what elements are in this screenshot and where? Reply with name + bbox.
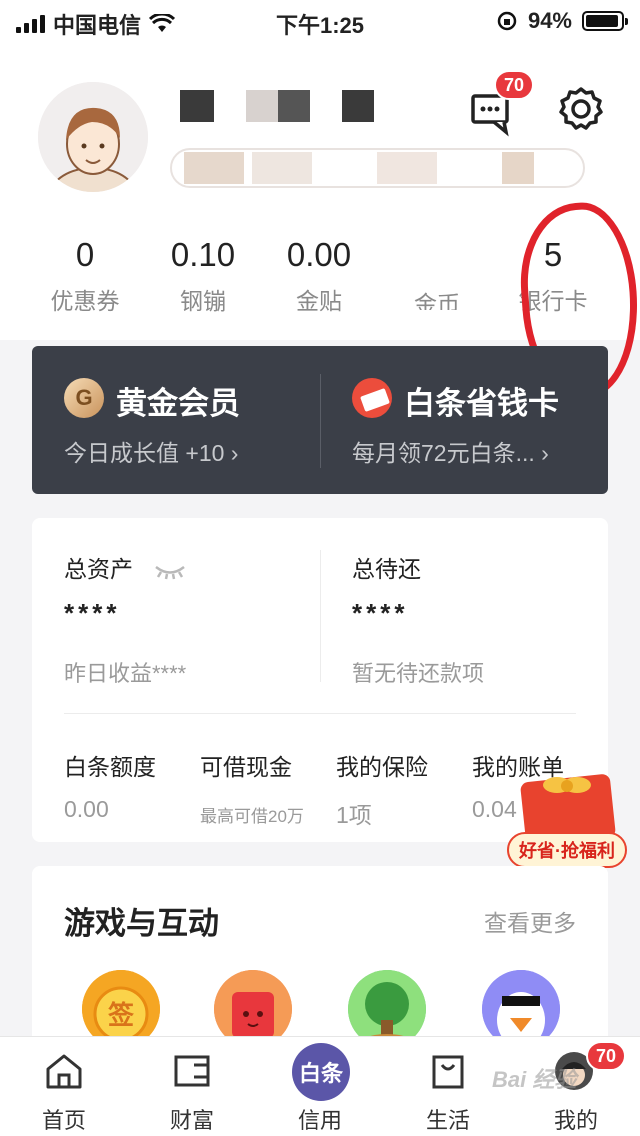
redacted-text xyxy=(502,152,534,184)
chevron-right-icon: › xyxy=(230,440,239,466)
redacted-level-pill[interactable] xyxy=(170,148,585,188)
mini-label: 我的保险 xyxy=(336,754,428,780)
total-repay-title: 总待还 xyxy=(352,556,421,582)
repay-status: 暂无待还款项 xyxy=(352,661,485,686)
gold-member-sub-text: 今日成长值 +10 xyxy=(64,440,225,466)
stat-coins[interactable]: 金币 xyxy=(382,236,492,310)
total-repay-value: **** xyxy=(352,598,409,628)
home-icon xyxy=(46,1054,82,1089)
tab-label: 首页 xyxy=(41,1108,86,1133)
gold-member-entry[interactable]: G 黄金会员 今日成长值 +10 › xyxy=(32,346,320,494)
wallet-icon xyxy=(174,1055,210,1087)
gold-member-sub: 今日成长值 +10 › xyxy=(64,434,238,468)
mini-value: 1项 xyxy=(336,802,372,828)
borrowable-cash[interactable]: 可借现金 最高可借20万 xyxy=(200,748,304,827)
profile-header: 70 0 优惠券 0.10 钢镚 0.00 金贴 金币 5 银行卡 xyxy=(0,40,640,402)
tab-label: 财富 xyxy=(169,1108,214,1133)
stat-label: 优惠券 xyxy=(50,288,120,314)
redacted-text xyxy=(252,152,312,184)
tab-credit[interactable]: 白条 信用 xyxy=(256,1037,384,1136)
mini-label: 白条额度 xyxy=(64,754,156,780)
member-card: G 黄金会员 今日成长值 +10 › 白条省钱卡 每月领72元白条... › xyxy=(32,346,608,494)
stat-value: 0.10 xyxy=(170,236,236,273)
baitiao-card-icon xyxy=(352,378,392,418)
sign-icon-text: 签 xyxy=(108,1000,135,1031)
message-badge: 70 xyxy=(494,70,535,100)
games-card: 游戏与互动 查看更多 签 xyxy=(32,866,608,1056)
my-insurance[interactable]: 我的保险 1项 xyxy=(336,748,428,830)
message-button[interactable]: 70 xyxy=(470,70,535,138)
baitiao-card-title: 白条省钱卡 xyxy=(404,386,559,421)
total-assets-value: **** xyxy=(64,598,121,628)
battery-percent: 94% xyxy=(527,8,572,33)
redacted-text xyxy=(184,152,244,184)
asset-hdivider xyxy=(64,713,576,714)
redacted-username xyxy=(246,90,278,122)
avatar[interactable] xyxy=(38,82,148,192)
tab-label: 信用 xyxy=(297,1108,342,1133)
rotation-lock-icon xyxy=(497,11,517,31)
mini-value: 0.00 xyxy=(64,796,109,822)
battery-icon xyxy=(582,11,628,31)
avatar-face-icon xyxy=(38,82,148,192)
tab-home[interactable]: 首页 xyxy=(0,1037,128,1136)
mini-value: 最高可借20万 xyxy=(200,807,304,826)
baitiao-card-sub-text: 每月领72元白条... xyxy=(352,440,535,466)
stat-label: 金贴 xyxy=(296,288,342,314)
stat-coupons[interactable]: 0 优惠券 xyxy=(30,236,140,316)
watermark: Bai 经验 xyxy=(492,1067,577,1092)
battery-level xyxy=(586,15,618,27)
stat-jintie[interactable]: 0.00 金贴 xyxy=(264,236,374,316)
status-right: 94% xyxy=(496,8,628,34)
status-bar: 中国电信 下午1:25 94% xyxy=(0,0,640,40)
asset-divider xyxy=(320,550,321,682)
games-more-link[interactable]: 查看更多 xyxy=(484,904,576,938)
gift-bow-icon xyxy=(543,777,591,793)
total-assets-label: 总资产 xyxy=(64,556,133,582)
shopping-bag-icon xyxy=(432,1055,464,1089)
total-repay[interactable]: 总待还 **** 暂无待还款项 xyxy=(352,518,592,698)
baitiao-card-entry[interactable]: 白条省钱卡 每月领72元白条... › xyxy=(320,346,608,494)
games-title: 游戏与互动 xyxy=(64,906,219,941)
redacted-text xyxy=(377,152,437,184)
baitiao-limit[interactable]: 白条额度 0.00 xyxy=(64,748,156,823)
promo-label: 好省·抢福利 xyxy=(507,832,627,868)
chevron-right-icon: › xyxy=(541,440,549,466)
redacted-username xyxy=(278,90,310,122)
stat-label: 金币 xyxy=(414,291,460,310)
stat-value: 0.00 xyxy=(286,236,352,273)
gold-member-title: 黄金会员 xyxy=(116,386,240,421)
stat-value: 0 xyxy=(75,236,95,273)
stat-label: 钢镚 xyxy=(180,288,226,314)
tab-wealth[interactable]: 财富 xyxy=(128,1037,256,1136)
total-assets[interactable]: 总资产 **** 昨日收益**** xyxy=(64,518,304,698)
gold-member-icon: G xyxy=(64,378,104,418)
stat-gangbeng[interactable]: 0.10 钢镚 xyxy=(148,236,258,316)
stat-value xyxy=(382,236,492,276)
redacted-username xyxy=(180,90,214,122)
eye-closed-icon[interactable] xyxy=(153,562,187,580)
baitiao-card-sub: 每月领72元白条... › xyxy=(352,434,549,468)
baitiao-tab-icon: 白条 xyxy=(292,1043,350,1101)
yesterday-earnings: 昨日收益**** xyxy=(64,661,187,686)
redacted-username xyxy=(342,90,374,122)
total-assets-title: 总资产 xyxy=(64,550,187,584)
settings-gear-icon[interactable] xyxy=(556,84,606,134)
mini-label: 可借现金 xyxy=(200,754,292,780)
